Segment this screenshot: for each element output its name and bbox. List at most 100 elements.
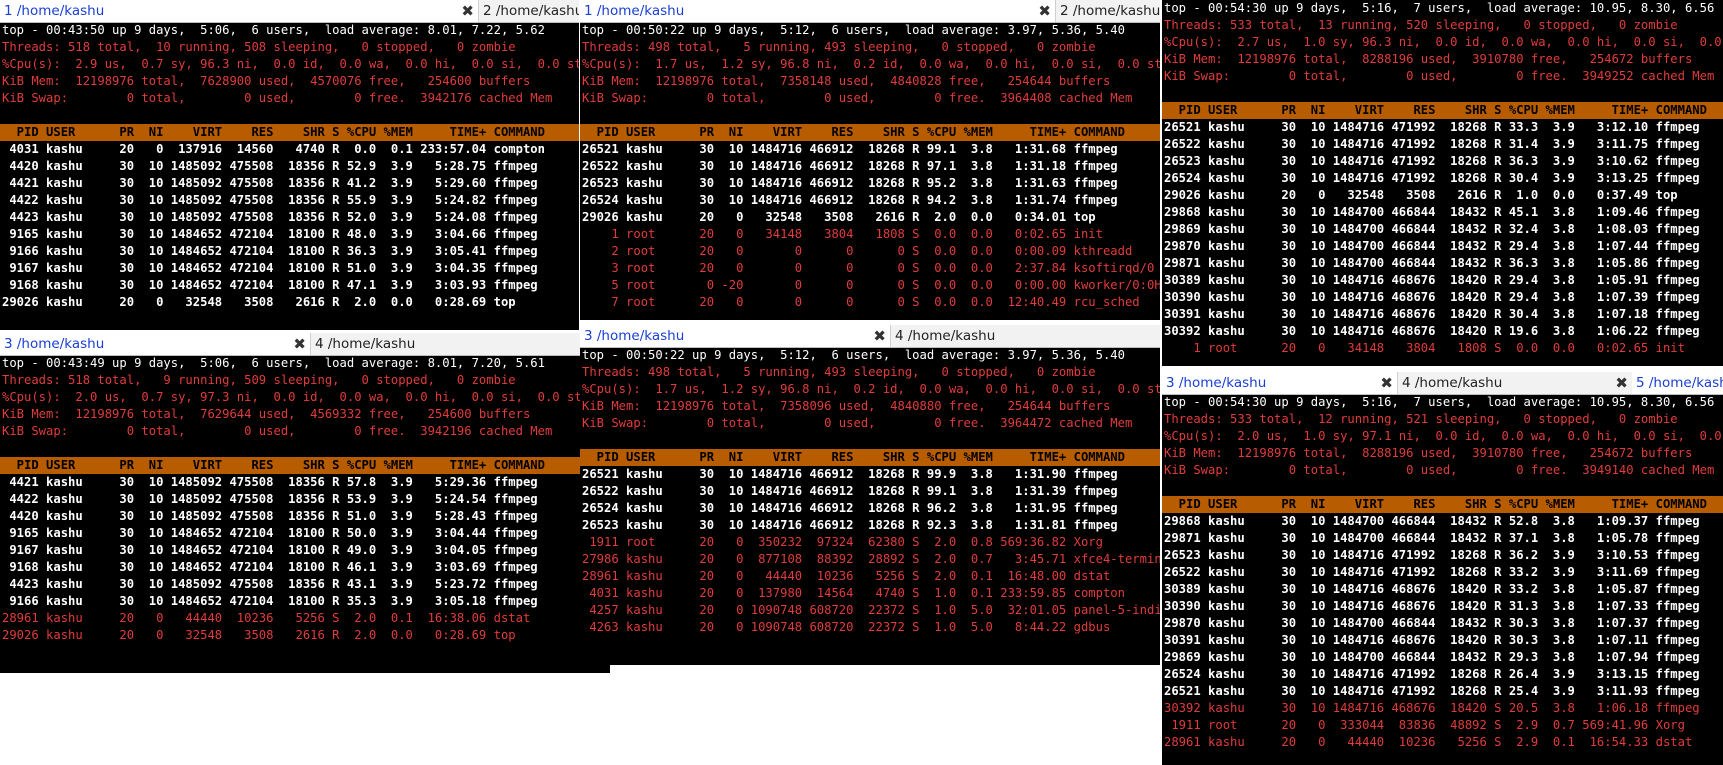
tab-label: 4 /home/kashu bbox=[1402, 375, 1503, 391]
tab-2[interactable]: 2 /home/kashu bbox=[1055, 0, 1160, 22]
process-row: 9168 kashu 30 10 1484652 472104 18100 R … bbox=[2, 278, 538, 292]
summary-line: Threads: 533 total, 12 running, 521 slee… bbox=[1164, 412, 1678, 426]
tab-label: 1 /home/kashu bbox=[584, 3, 685, 19]
process-row: 4031 kashu 20 0 137980 14564 4740 S 1.0 … bbox=[582, 586, 1125, 600]
tab-3[interactable]: 3 /home/kashu ✖ bbox=[580, 325, 890, 347]
process-row: 4421 kashu 30 10 1485092 475508 18356 R … bbox=[2, 176, 538, 190]
process-row: 26524 kashu 30 10 1484716 471992 18268 R… bbox=[1164, 667, 1700, 681]
process-row: 29869 kashu 30 10 1484700 466844 18432 R… bbox=[1164, 650, 1700, 664]
tab-label: 1 /home/kashu bbox=[4, 3, 105, 19]
terminal-output[interactable]: top - 00:50:22 up 9 days, 5:12, 6 users,… bbox=[580, 347, 1160, 665]
close-icon[interactable]: ✖ bbox=[1380, 372, 1393, 394]
process-row: 28961 kashu 20 0 44440 10236 5256 S 2.9 … bbox=[1164, 735, 1693, 749]
summary-line: KiB Mem: 12198976 total, 7629644 used, 4… bbox=[2, 407, 531, 421]
summary-line: Threads: 518 total, 10 running, 508 slee… bbox=[2, 40, 516, 54]
process-row: 30392 kashu 30 10 1484716 468676 18420 S… bbox=[1164, 701, 1700, 715]
terminal-pane-3[interactable]: 1 /home/kashu ✖ 2 /home/kashu top - 00:50… bbox=[580, 0, 1160, 320]
process-row: 3 root 20 0 0 0 0 S 0.0 0.0 2:37.84 ksof… bbox=[582, 261, 1155, 275]
summary-line: KiB Mem: 12198976 total, 7628900 used, 4… bbox=[2, 74, 531, 88]
terminal-output[interactable]: top - 00:43:49 up 9 days, 5:06, 6 users,… bbox=[0, 355, 610, 673]
process-row: 27986 kashu 20 0 877108 88392 28892 S 2.… bbox=[582, 552, 1160, 566]
process-row: 30391 kashu 30 10 1484716 468676 18420 R… bbox=[1164, 633, 1700, 647]
tab-3[interactable]: 3 /home/kashu ✖ bbox=[1162, 372, 1397, 394]
process-row: 30391 kashu 30 10 1484716 468676 18420 R… bbox=[1164, 307, 1700, 321]
process-row: 26524 kashu 30 10 1484716 466912 18268 R… bbox=[582, 193, 1118, 207]
summary-line: Threads: 533 total, 13 running, 520 slee… bbox=[1164, 18, 1678, 32]
terminal-pane-2[interactable]: 3 /home/kashu ✖ 4 /home/kashu top - 00:43… bbox=[0, 333, 610, 673]
process-row: 5 root 0 -20 0 0 0 S 0.0 0.0 0:00.00 kwo… bbox=[582, 278, 1160, 292]
terminal-pane-5[interactable]: top - 00:54:30 up 9 days, 5:16, 7 users,… bbox=[1162, 0, 1723, 366]
process-row: 9166 kashu 30 10 1484652 472104 18100 R … bbox=[2, 594, 538, 608]
process-row: 2 root 20 0 0 0 0 S 0.0 0.0 0:00.09 kthr… bbox=[582, 244, 1133, 258]
tab-bar: 1 /home/kashu ✖ 2 /home/kashu bbox=[0, 0, 579, 23]
process-row: 4422 kashu 30 10 1485092 475508 18356 R … bbox=[2, 492, 538, 506]
tab-3[interactable]: 3 /home/kashu ✖ bbox=[0, 333, 310, 355]
tab-label: 2 /home/kashu bbox=[483, 3, 579, 19]
tab-bar: 1 /home/kashu ✖ 2 /home/kashu bbox=[580, 0, 1160, 23]
terminal-output[interactable]: top - 00:54:30 up 9 days, 5:16, 7 users,… bbox=[1162, 394, 1723, 765]
process-row: 1 root 20 0 34148 3804 1808 S 0.0 0.0 0:… bbox=[582, 227, 1103, 241]
column-header-row: PID USER PR NI VIRT RES SHR S %CPU %MEM … bbox=[0, 124, 579, 141]
summary-line: top - 00:54:30 up 9 days, 5:16, 7 users,… bbox=[1164, 395, 1715, 409]
process-row: 26524 kashu 30 10 1484716 471992 18268 R… bbox=[1164, 171, 1700, 185]
process-row: 30390 kashu 30 10 1484716 468676 18420 R… bbox=[1164, 290, 1700, 304]
process-row: 26521 kashu 30 10 1484716 466912 18268 R… bbox=[582, 142, 1118, 156]
terminal-pane-6[interactable]: 3 /home/kashu ✖ 4 /home/kashu ✖ 5 /home/ka… bbox=[1162, 372, 1723, 765]
process-row: 30389 kashu 30 10 1484716 468676 18420 R… bbox=[1164, 582, 1700, 596]
summary-line: KiB Swap: 0 total, 0 used, 0 free. 39492… bbox=[1164, 69, 1715, 83]
process-row: 28961 kashu 20 0 44440 10236 5256 S 2.0 … bbox=[582, 569, 1111, 583]
close-icon[interactable]: ✖ bbox=[461, 0, 474, 22]
terminal-pane-4[interactable]: 3 /home/kashu ✖ 4 /home/kashu top - 00:50… bbox=[580, 325, 1160, 665]
process-row: 29870 kashu 30 10 1484700 466844 18432 R… bbox=[1164, 239, 1700, 253]
process-row: 4257 kashu 20 0 1090748 608720 22372 S 1… bbox=[582, 603, 1160, 617]
process-row: 26523 kashu 30 10 1484716 471992 18268 R… bbox=[1164, 548, 1700, 562]
tab-1[interactable]: 1 /home/kashu ✖ bbox=[580, 0, 1055, 22]
process-row: 26524 kashu 30 10 1484716 466912 18268 R… bbox=[582, 501, 1118, 515]
process-row: 9167 kashu 30 10 1484652 472104 18100 R … bbox=[2, 261, 538, 275]
tab-4[interactable]: 4 /home/kashu bbox=[890, 325, 1160, 347]
terminal-output[interactable]: top - 00:54:30 up 9 days, 5:16, 7 users,… bbox=[1162, 0, 1723, 366]
process-row: 26521 kashu 30 10 1484716 471992 18268 R… bbox=[1164, 120, 1700, 134]
summary-line: KiB Mem: 12198976 total, 8288196 used, 3… bbox=[1164, 52, 1693, 66]
summary-line: KiB Mem: 12198976 total, 7358148 used, 4… bbox=[582, 74, 1111, 88]
tab-label: 3 /home/kashu bbox=[584, 328, 685, 344]
process-row: 26522 kashu 30 10 1484716 466912 18268 R… bbox=[582, 159, 1118, 173]
tab-5[interactable]: 5 /home/kashu bbox=[1632, 372, 1723, 394]
process-row: 29868 kashu 30 10 1484700 466844 18432 R… bbox=[1164, 205, 1700, 219]
process-row: 4420 kashu 30 10 1485092 475508 18356 R … bbox=[2, 509, 538, 523]
process-row: 9165 kashu 30 10 1484652 472104 18100 R … bbox=[2, 227, 538, 241]
process-row: 29868 kashu 30 10 1484700 466844 18432 R… bbox=[1164, 514, 1700, 528]
process-row: 1 root 20 0 34148 3804 1808 S 0.0 0.0 0:… bbox=[1164, 341, 1685, 355]
tab-bar: 3 /home/kashu ✖ 4 /home/kashu ✖ 5 /home/ka… bbox=[1162, 372, 1723, 395]
process-row: 4421 kashu 30 10 1485092 475508 18356 R … bbox=[2, 475, 538, 489]
process-row: 26521 kashu 30 10 1484716 471992 18268 R… bbox=[1164, 684, 1700, 698]
tab-2[interactable]: 2 /home/kashu bbox=[478, 0, 579, 22]
process-row: 26523 kashu 30 10 1484716 466912 18268 R… bbox=[582, 176, 1118, 190]
close-icon[interactable]: ✖ bbox=[1038, 0, 1051, 22]
tab-1[interactable]: 1 /home/kashu ✖ bbox=[0, 0, 478, 22]
process-row: 9165 kashu 30 10 1484652 472104 18100 R … bbox=[2, 526, 538, 540]
tab-4[interactable]: 4 /home/kashu ✖ bbox=[1397, 372, 1632, 394]
summary-line: KiB Swap: 0 total, 0 used, 0 free. 39491… bbox=[1164, 463, 1715, 477]
process-row: 7 root 20 0 0 0 0 S 0.0 0.0 12:40.49 rcu… bbox=[582, 295, 1140, 309]
summary-line: KiB Swap: 0 total, 0 used, 0 free. 39421… bbox=[2, 91, 553, 105]
close-icon[interactable]: ✖ bbox=[873, 325, 886, 347]
process-row: 26522 kashu 30 10 1484716 471992 18268 R… bbox=[1164, 137, 1700, 151]
process-row: 4031 kashu 20 0 137916 14560 4740 R 0.0 … bbox=[2, 142, 545, 156]
process-row: 4423 kashu 30 10 1485092 475508 18356 R … bbox=[2, 210, 538, 224]
tab-bar: 3 /home/kashu ✖ 4 /home/kashu bbox=[580, 325, 1160, 348]
terminal-output[interactable]: top - 00:43:50 up 9 days, 5:06, 6 users,… bbox=[0, 22, 579, 330]
summary-line: KiB Swap: 0 total, 0 used, 0 free. 39644… bbox=[582, 91, 1133, 105]
terminal-pane-1[interactable]: 1 /home/kashu ✖ 2 /home/kashu top - 00:43… bbox=[0, 0, 579, 330]
process-row: 26522 kashu 30 10 1484716 466912 18268 R… bbox=[582, 484, 1118, 498]
tab-label: 2 /home/kashu bbox=[1060, 3, 1160, 19]
tab-label: 3 /home/kashu bbox=[1166, 375, 1267, 391]
terminal-output[interactable]: top - 00:50:22 up 9 days, 5:12, 6 users,… bbox=[580, 22, 1160, 320]
column-header-row: PID USER PR NI VIRT RES SHR S %CPU %MEM … bbox=[0, 457, 610, 474]
summary-line: %Cpu(s): 1.7 us, 1.2 sy, 96.8 ni, 0.2 id… bbox=[582, 382, 1160, 396]
close-icon[interactable]: ✖ bbox=[293, 333, 306, 355]
tab-4[interactable]: 4 /home/kashu bbox=[310, 333, 610, 355]
close-icon[interactable]: ✖ bbox=[1615, 372, 1628, 394]
